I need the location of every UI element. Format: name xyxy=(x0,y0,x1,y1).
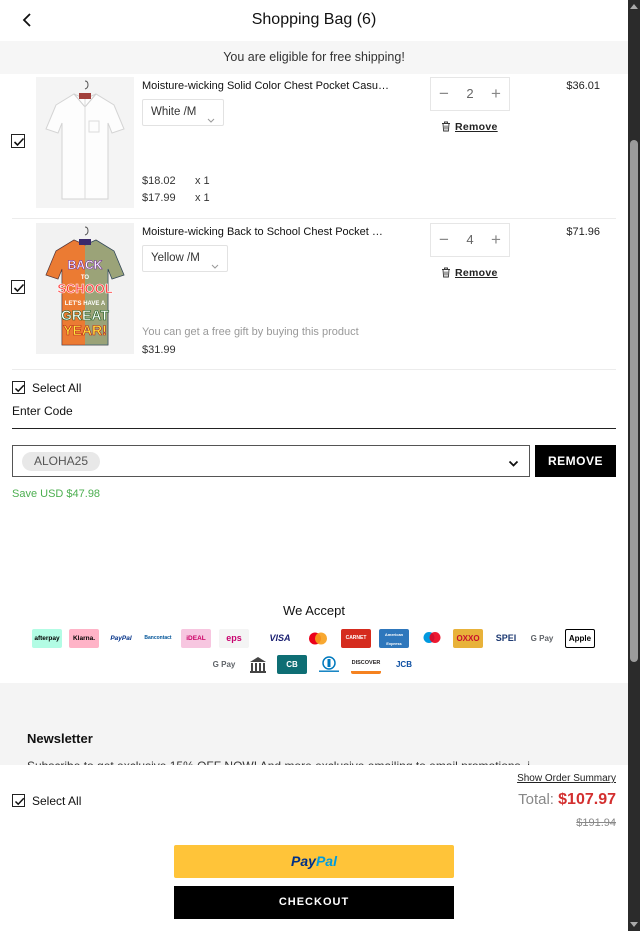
remove-item-button[interactable]: Remove xyxy=(441,121,498,135)
maestro-icon xyxy=(417,629,447,648)
page-title: Shopping Bag (6) xyxy=(251,11,377,28)
remove-label: Remove xyxy=(455,267,498,279)
original-total: $191.94 xyxy=(576,817,616,829)
chevron-down-icon xyxy=(211,255,219,280)
promo-heading: Enter Code xyxy=(12,404,73,418)
carnet-icon: CARNET xyxy=(341,629,371,648)
free-gift-note: You can get a free gift by buying this p… xyxy=(142,326,359,338)
coupon-code-select[interactable]: ALOHA25 xyxy=(12,445,530,477)
variant-select[interactable]: White /M xyxy=(142,99,224,126)
select-all-label: Select All xyxy=(32,381,82,395)
quantity-stepper: − 2 + xyxy=(430,77,510,111)
free-shipping-banner: You are eligible for free shipping! xyxy=(0,41,628,74)
total-amount: $107.97 xyxy=(558,791,616,808)
oxxo-icon: OXXO xyxy=(453,629,483,648)
decrease-qty-button[interactable]: − xyxy=(431,224,457,256)
we-accept-title: We Accept xyxy=(283,603,345,618)
checkbox-checked-icon xyxy=(12,381,25,394)
paypal-logo-part: Pal xyxy=(315,853,337,869)
shirt-print-text: YEAR! xyxy=(63,322,107,338)
scroll-down-arrow-icon[interactable] xyxy=(630,922,638,927)
item-checkbox[interactable] xyxy=(11,134,25,148)
scroll-up-arrow-icon[interactable] xyxy=(630,4,638,9)
remove-item-button[interactable]: Remove xyxy=(441,267,498,281)
applied-coupon-chip: ALOHA25 xyxy=(22,452,101,471)
quantity-value[interactable]: 2 xyxy=(457,78,483,110)
checkout-button[interactable]: CHECKOUT xyxy=(174,886,454,919)
google-pay-icon: G Pay xyxy=(527,629,557,648)
cart-item: Moisture-wicking Solid Color Chest Pocke… xyxy=(0,76,628,211)
remove-label: Remove xyxy=(455,121,498,133)
mastercard-icon xyxy=(303,629,333,648)
chevron-down-icon xyxy=(207,109,215,134)
unit-price: $17.99 xyxy=(142,192,176,204)
product-name[interactable]: Moisture-wicking Back to School Chest Po… xyxy=(142,226,390,238)
shopping-bag-page: Shopping Bag (6) You are eligible for fr… xyxy=(0,0,628,931)
amex-icon: American Express xyxy=(379,629,409,648)
select-all-checkbox[interactable]: Select All xyxy=(12,794,81,808)
bank-icon xyxy=(243,655,273,674)
checkbox-checked-icon xyxy=(12,794,25,807)
newsletter-title: Newsletter xyxy=(27,731,93,746)
select-all-checkbox[interactable]: Select All xyxy=(12,381,81,395)
paypal-logo-part: Pay xyxy=(291,853,316,869)
increase-qty-button[interactable]: + xyxy=(483,78,509,110)
scrollbar-thumb[interactable] xyxy=(630,140,638,662)
shirt-print-text: SCHOOL xyxy=(57,281,113,296)
cart-item: BACK TO SCHOOL LET'S HAVE A GREAT YEAR! … xyxy=(0,222,628,357)
ideal-icon: iDEAL xyxy=(181,629,211,648)
total-label: Total: xyxy=(518,791,554,808)
variant-value: Yellow /M xyxy=(151,252,200,264)
unit-price: $31.99 xyxy=(142,344,176,356)
product-name[interactable]: Moisture-wicking Solid Color Chest Pocke… xyxy=(142,80,390,92)
order-total: Total: $107.97 xyxy=(518,791,616,809)
quantity-value[interactable]: 4 xyxy=(457,224,483,256)
eps-icon: eps xyxy=(219,629,249,648)
visa-icon: VISA xyxy=(265,629,295,648)
savings-note: Save USD $47.98 xyxy=(12,488,101,500)
select-all-label: Select All xyxy=(32,794,82,808)
product-image[interactable]: BACK TO SCHOOL LET'S HAVE A GREAT YEAR! xyxy=(36,223,134,354)
item-checkbox[interactable] xyxy=(11,280,25,294)
paypal-icon: PayPal xyxy=(106,629,136,648)
product-image[interactable] xyxy=(36,77,134,208)
paypal-checkout-button[interactable]: PayPal xyxy=(174,845,454,878)
unit-price: $18.02 xyxy=(142,175,176,187)
divider xyxy=(12,218,616,219)
shirt-print-text: BACK xyxy=(68,258,103,272)
chevron-down-icon xyxy=(508,456,519,471)
line-total: $71.96 xyxy=(566,226,600,238)
variant-select[interactable]: Yellow /M xyxy=(142,245,228,272)
afterpay-icon: afterpay xyxy=(32,629,62,648)
header: Shopping Bag (6) xyxy=(0,0,628,41)
discover-icon: DISCOVER xyxy=(351,655,381,674)
line-total: $36.01 xyxy=(566,80,600,92)
bancontact-icon: Bancontact xyxy=(143,629,173,648)
trash-icon xyxy=(441,121,451,135)
quantity-stepper: − 4 + xyxy=(430,223,510,257)
increase-qty-button[interactable]: + xyxy=(483,224,509,256)
trash-icon xyxy=(441,267,451,281)
google-pay-icon: G Pay xyxy=(209,655,239,674)
divider xyxy=(12,369,616,370)
unit-qty: x 1 xyxy=(195,192,210,204)
decrease-qty-button[interactable]: − xyxy=(431,78,457,110)
checkout-bar: Select All Show Order Summary Total: $10… xyxy=(0,765,628,931)
shirt-print-text: GREAT xyxy=(61,307,109,323)
apple-pay-icon: Apple Pay xyxy=(565,629,595,648)
spei-icon: SPEI xyxy=(491,629,521,648)
show-order-summary-link[interactable]: Show Order Summary xyxy=(517,773,616,784)
klarna-icon: Klarna. xyxy=(69,629,99,648)
diners-club-icon xyxy=(314,655,344,674)
page-scrollbar[interactable] xyxy=(628,0,640,931)
unit-qty: x 1 xyxy=(195,175,210,187)
divider xyxy=(12,428,616,429)
remove-coupon-button[interactable]: REMOVE xyxy=(535,445,616,477)
cb-card-icon: CB xyxy=(277,655,307,674)
variant-value: White /M xyxy=(151,106,197,118)
jcb-icon: JCB xyxy=(389,655,419,674)
